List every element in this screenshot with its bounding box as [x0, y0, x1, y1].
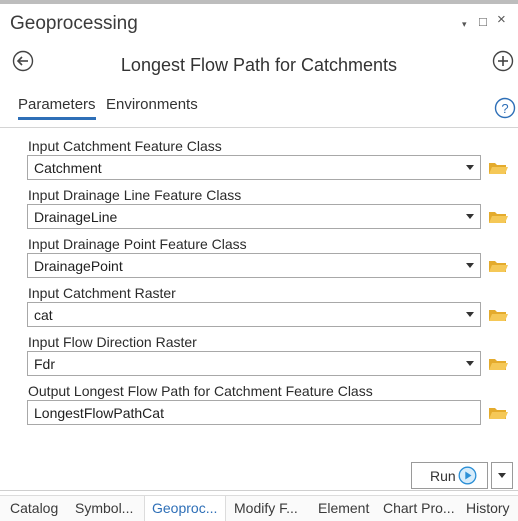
output-feature-class-input[interactable]: LongestFlowPathCat [27, 400, 481, 425]
dock-tab-modify-features[interactable]: Modify F... [234, 500, 298, 516]
run-options-button[interactable] [491, 462, 513, 489]
param-label-drainage-point: Input Drainage Point Feature Class [28, 236, 247, 252]
flow-direction-raster-select[interactable]: Fdr [27, 351, 481, 376]
param-value: Catchment [34, 160, 102, 176]
dock-tab-chart-properties[interactable]: Chart Pro... [383, 500, 455, 516]
dock-tab-history[interactable]: History [466, 500, 510, 516]
chevron-down-icon[interactable] [466, 263, 474, 268]
chevron-down-icon [498, 473, 506, 478]
pane-title: Geoprocessing [10, 13, 138, 34]
catchment-feature-class-select[interactable]: Catchment [27, 155, 481, 180]
maximize-icon[interactable]: □ [479, 14, 487, 30]
folder-open-icon[interactable] [488, 258, 508, 274]
run-label: Run [430, 468, 456, 484]
param-value: DrainagePoint [34, 258, 123, 274]
folder-open-icon[interactable] [488, 160, 508, 176]
svg-text:?: ? [501, 101, 508, 116]
tool-tabs: Parameters Environments ? [0, 92, 518, 122]
dock-tab-strip: Catalog Symbol... Geoproc... Modify F...… [0, 495, 518, 521]
folder-open-icon[interactable] [488, 356, 508, 372]
run-play-icon [458, 466, 477, 485]
param-label-drainage-line: Input Drainage Line Feature Class [28, 187, 242, 203]
drainage-line-feature-class-select[interactable]: DrainageLine [27, 204, 481, 229]
param-label-output: Output Longest Flow Path for Catchment F… [28, 383, 373, 399]
folder-open-icon[interactable] [488, 209, 508, 225]
active-tab-indicator [18, 117, 96, 120]
chevron-down-icon[interactable] [466, 312, 474, 317]
param-value: LongestFlowPathCat [34, 405, 164, 421]
folder-open-icon[interactable] [488, 307, 508, 323]
tab-environments[interactable]: Environments [106, 96, 198, 113]
footer-divider [0, 490, 518, 491]
folder-open-icon[interactable] [488, 405, 508, 421]
dock-tab-geoprocessing[interactable]: Geoproc... [152, 500, 217, 516]
tool-title: Longest Flow Path for Catchments [120, 55, 398, 75]
tabs-divider [0, 127, 518, 128]
close-icon[interactable]: × [497, 12, 506, 28]
param-value: cat [34, 307, 53, 323]
run-button[interactable]: Run [411, 462, 488, 489]
param-label-flow-direction: Input Flow Direction Raster [28, 334, 197, 350]
pane-options-icon[interactable]: ▾ [462, 16, 467, 32]
drainage-point-feature-class-select[interactable]: DrainagePoint [27, 253, 481, 278]
param-label-catchment-raster: Input Catchment Raster [28, 285, 176, 301]
param-value: Fdr [34, 356, 55, 372]
help-circle-icon[interactable]: ? [494, 97, 516, 119]
chevron-down-icon[interactable] [466, 214, 474, 219]
title-bar: Geoprocessing ▾ □ × [0, 4, 518, 44]
catchment-raster-select[interactable]: cat [27, 302, 481, 327]
geoprocessing-pane: Geoprocessing ▾ □ × Longest Flow Path fo… [0, 0, 518, 521]
param-value: DrainageLine [34, 209, 118, 225]
param-label-catchment: Input Catchment Feature Class [28, 138, 222, 154]
chevron-down-icon[interactable] [466, 361, 474, 366]
dock-tab-element[interactable]: Element [318, 500, 369, 516]
dock-tab-symbology[interactable]: Symbol... [75, 500, 133, 516]
tool-header: Longest Flow Path for Catchments [0, 46, 518, 86]
add-circle-icon[interactable] [492, 50, 514, 72]
tab-parameters[interactable]: Parameters [18, 96, 96, 113]
dock-tab-catalog[interactable]: Catalog [10, 500, 58, 516]
chevron-down-icon[interactable] [466, 165, 474, 170]
